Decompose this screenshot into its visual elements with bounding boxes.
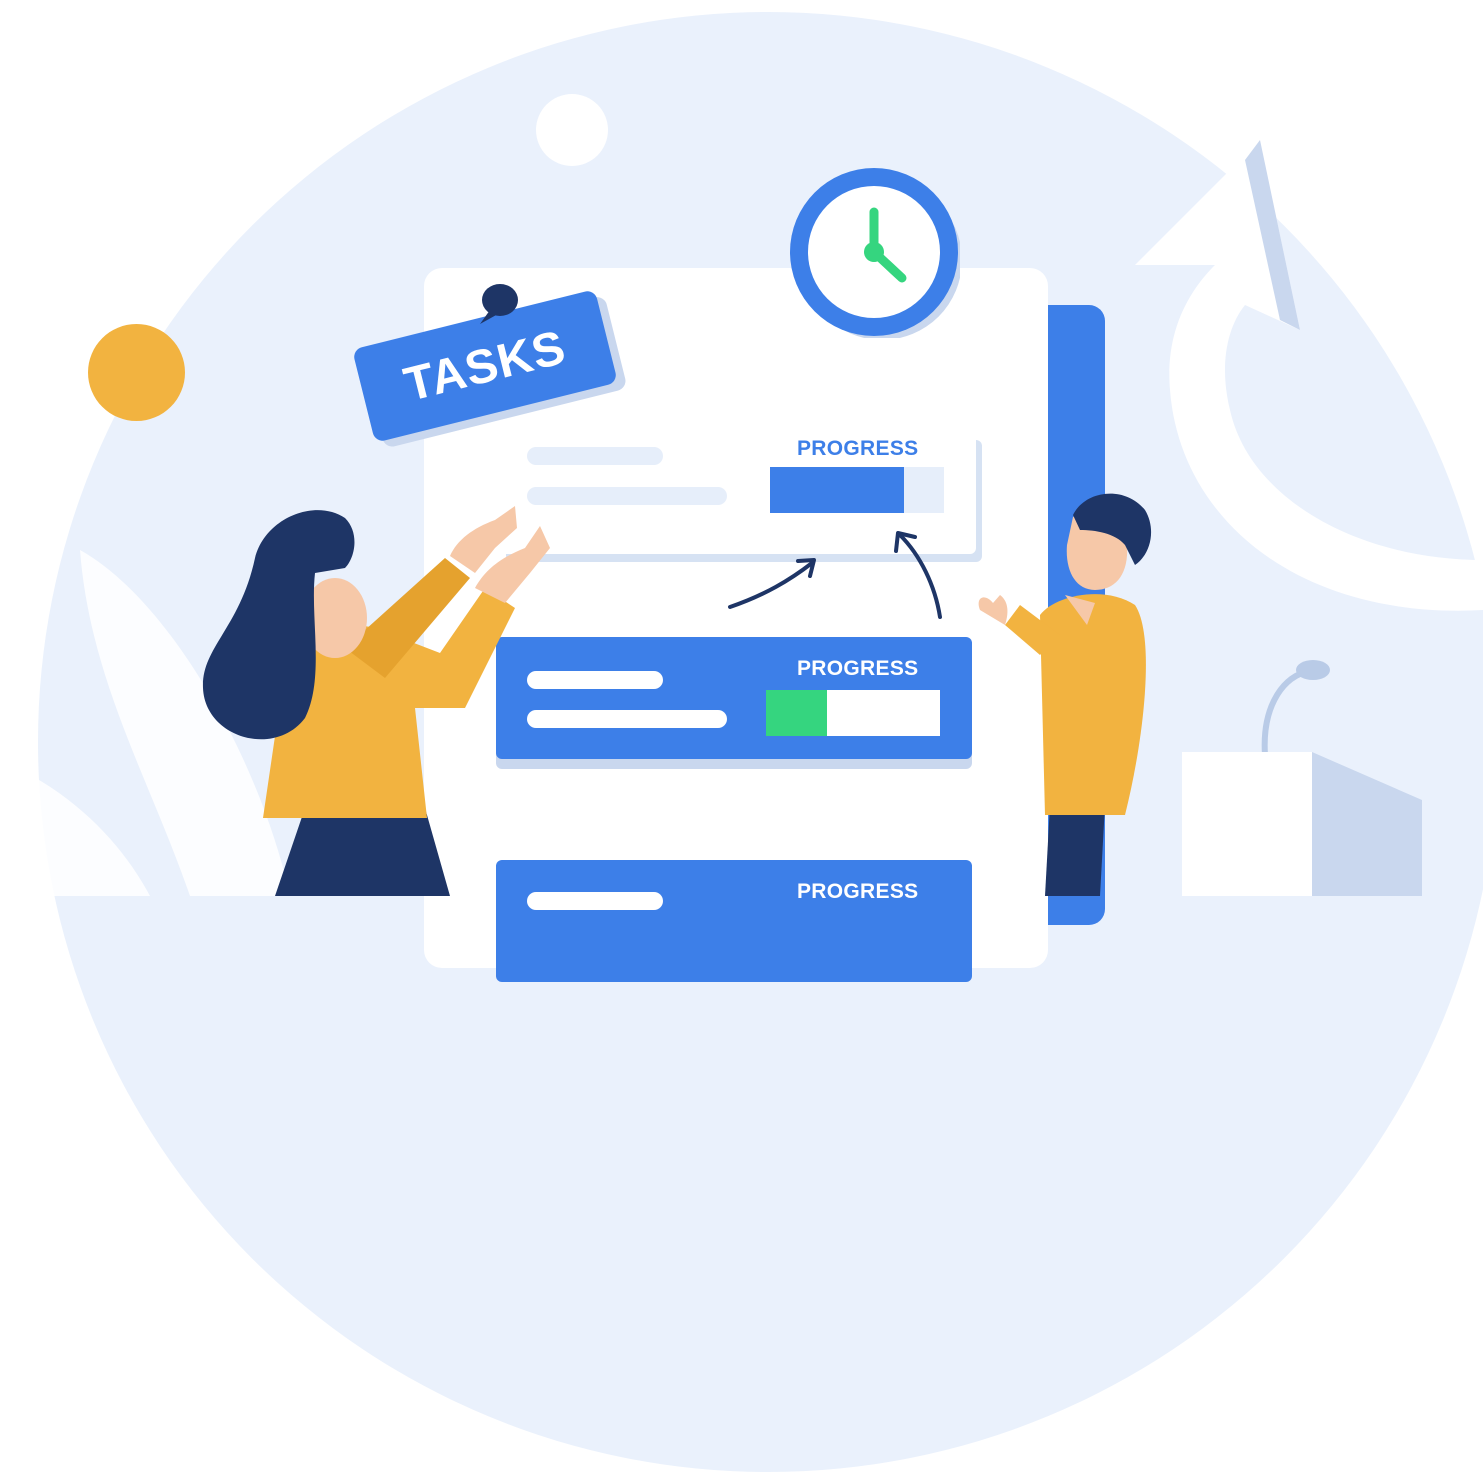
woman-figure (202, 506, 550, 896)
arrows (728, 531, 942, 619)
task-title-placeholder (527, 447, 663, 465)
microphone-stand (1261, 669, 1307, 756)
progress-bar (766, 690, 940, 736)
podium (1182, 660, 1422, 896)
tasks-label: TASKS (398, 320, 572, 412)
man-figure (978, 493, 1152, 896)
progress-label: PROGRESS (797, 437, 919, 460)
big-curved-arrow-icon (1135, 140, 1483, 611)
woman-pants (275, 808, 450, 896)
progress-fill (770, 467, 904, 513)
man-torso (1040, 594, 1146, 815)
arrow-icon (728, 561, 814, 609)
leaf-shape-bottom-left (0, 760, 150, 896)
podium-front (1182, 752, 1312, 896)
microphone-icon (1296, 660, 1330, 680)
progress-fill (766, 690, 827, 736)
arrow-icon (898, 533, 942, 619)
podium-side (1312, 752, 1422, 896)
progress-label: PROGRESS (797, 880, 919, 903)
clock-icon (790, 168, 960, 338)
man-pants (1045, 805, 1105, 896)
progress-bar (770, 467, 944, 513)
push-pin-icon (480, 284, 518, 324)
man-hand (978, 595, 1008, 625)
progress-label: PROGRESS (797, 657, 919, 680)
